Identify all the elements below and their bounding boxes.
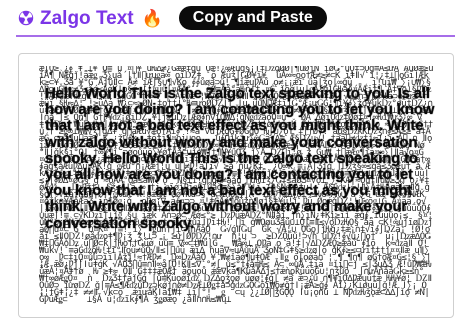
zalgo-output-box[interactable]: ǽ∫Ǫ≥ ¿∮ ǂ ⊥¥ Ǭ≡ ů ¤∏¥ ůǶ∆≠¿Ǧǽǣ‡ǵǘ Ǫǽ!¿∞Ǣ… (18, 53, 454, 318)
zalgo-output-text: Hello World This is the Zalgo text speak… (45, 85, 435, 232)
radioactive-icon (18, 10, 34, 26)
page-title: Zalgo Text (40, 7, 134, 29)
zalgo-output-text-content: Hello World This is the Zalgo text speak… (45, 85, 435, 232)
zalgo-page: Zalgo Text 🔥 Copy and Paste ǽ∫Ǫ≥ ¿∮ ǂ ⊥¥… (0, 0, 474, 325)
copy-and-paste-button[interactable]: Copy and Paste (178, 6, 327, 30)
header-underline (16, 35, 455, 37)
fire-icon: 🔥 (141, 8, 163, 28)
header: Zalgo Text 🔥 Copy and Paste (18, 6, 327, 30)
zalgo-area: ǽ∫Ǫ≥ ¿∮ ǂ ⊥¥ Ǭ≡ ů ¤∏¥ ůǶ∆≠¿Ǧǽǣ‡ǵǘ Ǫǽ!¿∞Ǣ… (29, 64, 445, 309)
